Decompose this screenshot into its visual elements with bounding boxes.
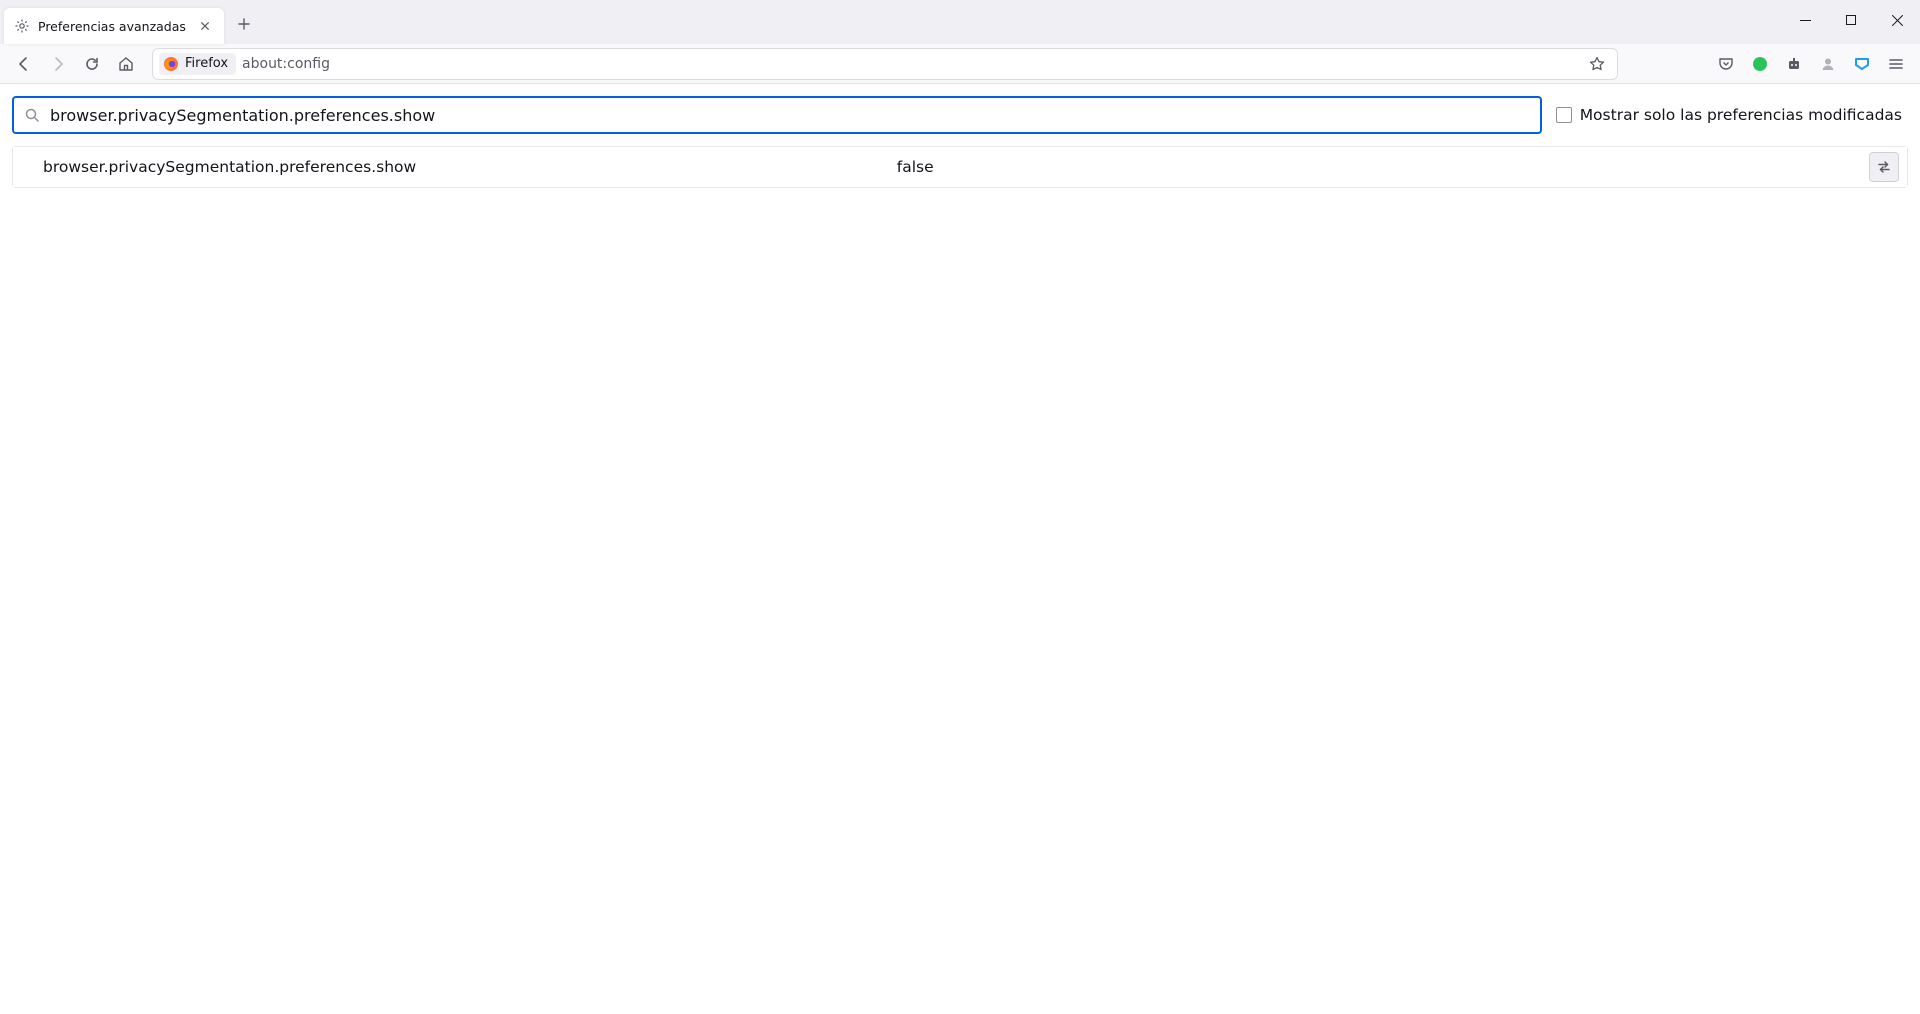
window-close-button[interactable] [1874,0,1920,40]
pref-search-box[interactable] [12,96,1542,134]
extension-blue-icon[interactable] [1846,48,1878,80]
forward-button[interactable] [42,48,74,80]
extension-green-icon[interactable] [1744,48,1776,80]
pref-value-cell: false [897,158,1869,176]
account-button[interactable] [1812,48,1844,80]
tab-close-button[interactable] [196,17,214,35]
about-config-content: Mostrar solo las preferencias modificada… [0,84,1920,188]
window-controls [1782,0,1920,44]
new-tab-button[interactable] [228,8,260,40]
checkbox-icon [1556,107,1572,123]
pocket-button[interactable] [1710,48,1742,80]
search-row: Mostrar solo las preferencias modificada… [12,96,1908,134]
window-maximize-button[interactable] [1828,0,1874,40]
home-button[interactable] [110,48,142,80]
gear-icon [14,18,30,34]
reload-button[interactable] [76,48,108,80]
titlebar: Preferencias avanzadas [0,0,1920,44]
firefox-icon [163,56,179,72]
show-modified-label: Mostrar solo las preferencias modificada… [1580,106,1902,124]
tab-active[interactable]: Preferencias avanzadas [4,8,224,44]
tab-strip: Preferencias avanzadas [0,0,264,44]
pref-toggle-button[interactable] [1869,152,1899,182]
identity-box[interactable]: Firefox [159,53,236,75]
nav-toolbar: Firefox about:config [0,44,1920,84]
pref-results-table: browser.privacySegmentation.preferences.… [12,146,1908,188]
bookmark-star-button[interactable] [1583,50,1611,78]
url-bar[interactable]: Firefox about:config [152,48,1618,80]
url-text: about:config [242,56,1577,72]
app-menu-button[interactable] [1880,48,1912,80]
toolbar-right [1710,48,1912,80]
identity-label: Firefox [185,56,228,71]
search-icon [24,107,40,123]
back-button[interactable] [8,48,40,80]
extension-robot-icon[interactable] [1778,48,1810,80]
tab-title: Preferencias avanzadas [38,19,188,34]
show-modified-checkbox[interactable]: Mostrar solo las preferencias modificada… [1556,106,1908,124]
window-minimize-button[interactable] [1782,0,1828,40]
pref-row[interactable]: browser.privacySegmentation.preferences.… [13,147,1907,187]
pref-name-cell: browser.privacySegmentation.preferences.… [43,158,897,176]
pref-search-input[interactable] [50,106,1530,125]
